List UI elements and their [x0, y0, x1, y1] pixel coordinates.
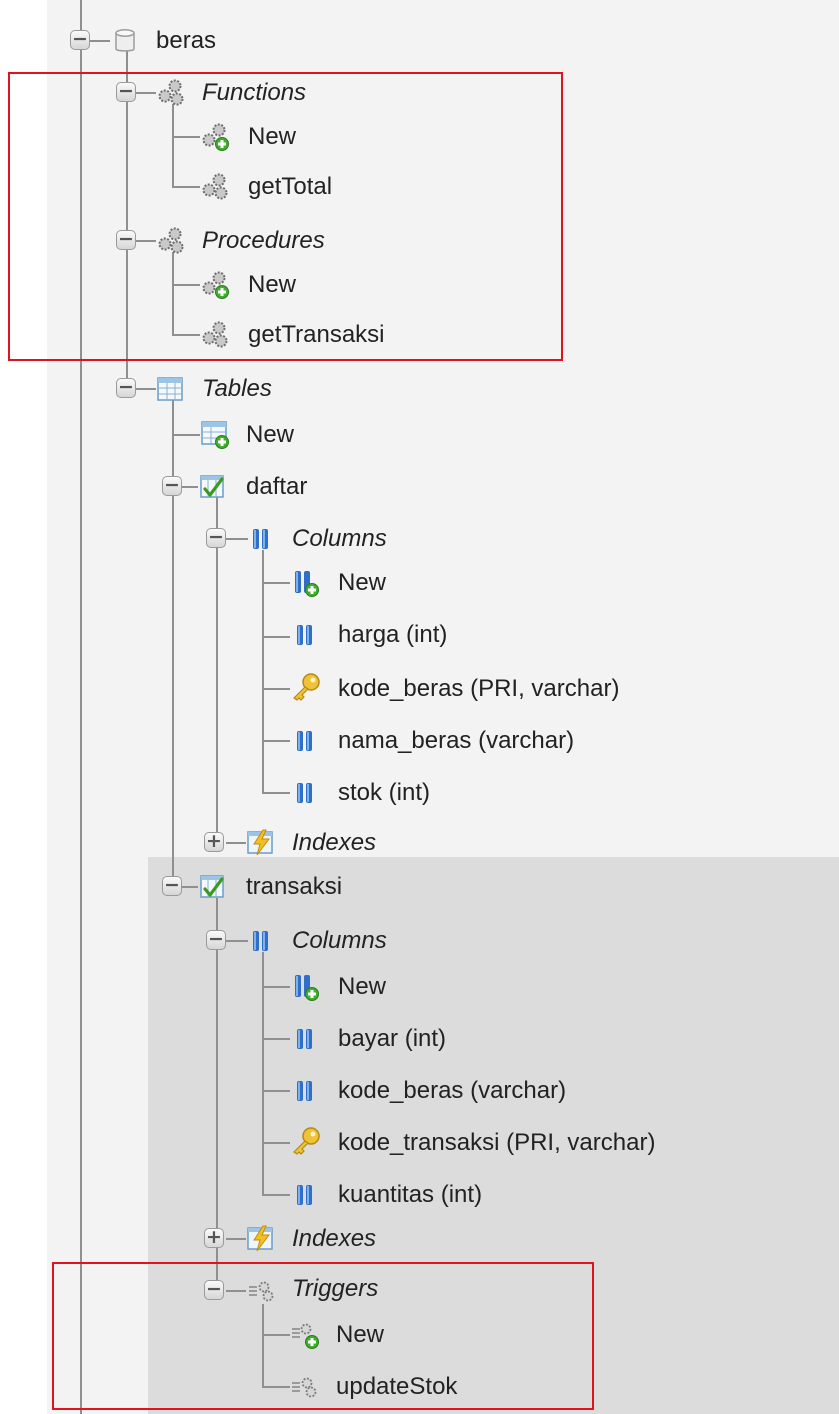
key-icon — [290, 1126, 322, 1161]
tree-line — [262, 636, 290, 638]
tree-line — [226, 842, 246, 844]
column-item[interactable]: stok (int) — [338, 778, 430, 808]
tree-line — [172, 400, 174, 884]
columns-icon — [248, 526, 274, 557]
tree-line — [262, 1038, 290, 1040]
tree-line — [262, 1090, 290, 1092]
column-item[interactable]: kode_transaksi (PRI, varchar) — [338, 1128, 655, 1158]
tree-line — [90, 40, 110, 42]
table-transaksi[interactable]: transaksi — [246, 872, 342, 902]
column-icon — [292, 622, 318, 653]
table-daftar[interactable]: daftar — [246, 472, 307, 502]
table-item-new[interactable]: New — [246, 420, 294, 450]
key-icon — [290, 672, 322, 707]
transaksi-indexes-label[interactable]: Indexes — [292, 1224, 376, 1254]
tree-line — [262, 1142, 290, 1144]
column-item[interactable]: bayar (int) — [338, 1024, 446, 1054]
column-item[interactable]: kode_beras (PRI, varchar) — [338, 674, 619, 704]
tree-line — [262, 792, 290, 794]
column-icon — [292, 780, 318, 811]
daftar-indexes-label[interactable]: Indexes — [292, 828, 376, 858]
tree-line — [182, 486, 198, 488]
database-icon — [113, 28, 137, 59]
column-item[interactable]: kode_beras (varchar) — [338, 1076, 566, 1106]
column-item[interactable]: harga (int) — [338, 620, 447, 650]
tree-line — [262, 1194, 290, 1196]
tree-line — [262, 740, 290, 742]
collapse-toggle-beras[interactable]: − — [70, 30, 90, 50]
column-item-new[interactable]: New — [338, 568, 386, 598]
table-new-icon — [200, 420, 230, 455]
column-icon — [292, 728, 318, 759]
highlight-box-functions-procedures — [8, 72, 563, 361]
column-item[interactable]: nama_beras (varchar) — [338, 726, 574, 756]
transaksi-columns-label[interactable]: Columns — [292, 926, 387, 956]
highlight-box-triggers — [52, 1262, 594, 1410]
column-icon — [292, 1182, 318, 1213]
collapse-toggle-transaksi[interactable]: − — [162, 876, 182, 896]
indexes-icon — [246, 1224, 276, 1257]
table-icon — [156, 376, 184, 407]
tree-line — [226, 1238, 246, 1240]
column-item[interactable]: kuantitas (int) — [338, 1180, 482, 1210]
expand-toggle-transaksi-indexes[interactable]: + — [204, 1228, 224, 1248]
db-label-beras[interactable]: beras — [156, 26, 216, 56]
column-new-icon — [290, 568, 320, 603]
indexes-icon — [246, 828, 276, 861]
column-item-new[interactable]: New — [338, 972, 386, 1002]
tree-line — [262, 582, 290, 584]
column-icon — [292, 1026, 318, 1057]
tree-line — [262, 986, 290, 988]
column-new-icon — [290, 972, 320, 1007]
tree-line — [262, 550, 264, 792]
column-icon — [292, 1078, 318, 1109]
tree-line — [262, 952, 264, 1196]
tree-line — [262, 688, 290, 690]
expand-toggle-daftar-indexes[interactable]: + — [204, 832, 224, 852]
table-check-icon — [198, 872, 228, 905]
collapse-toggle-daftar-columns[interactable]: − — [206, 528, 226, 548]
collapse-toggle-daftar[interactable]: − — [162, 476, 182, 496]
tables-label[interactable]: Tables — [202, 374, 272, 404]
collapse-toggle-transaksi-columns[interactable]: − — [206, 930, 226, 950]
tree-line — [172, 434, 200, 436]
tree-line — [226, 940, 248, 942]
tree-line — [136, 388, 156, 390]
tree-line — [226, 538, 248, 540]
daftar-columns-label[interactable]: Columns — [292, 524, 387, 554]
table-check-icon — [198, 472, 228, 505]
collapse-toggle-tables[interactable]: − — [116, 378, 136, 398]
columns-icon — [248, 928, 274, 959]
tree-line — [182, 886, 198, 888]
